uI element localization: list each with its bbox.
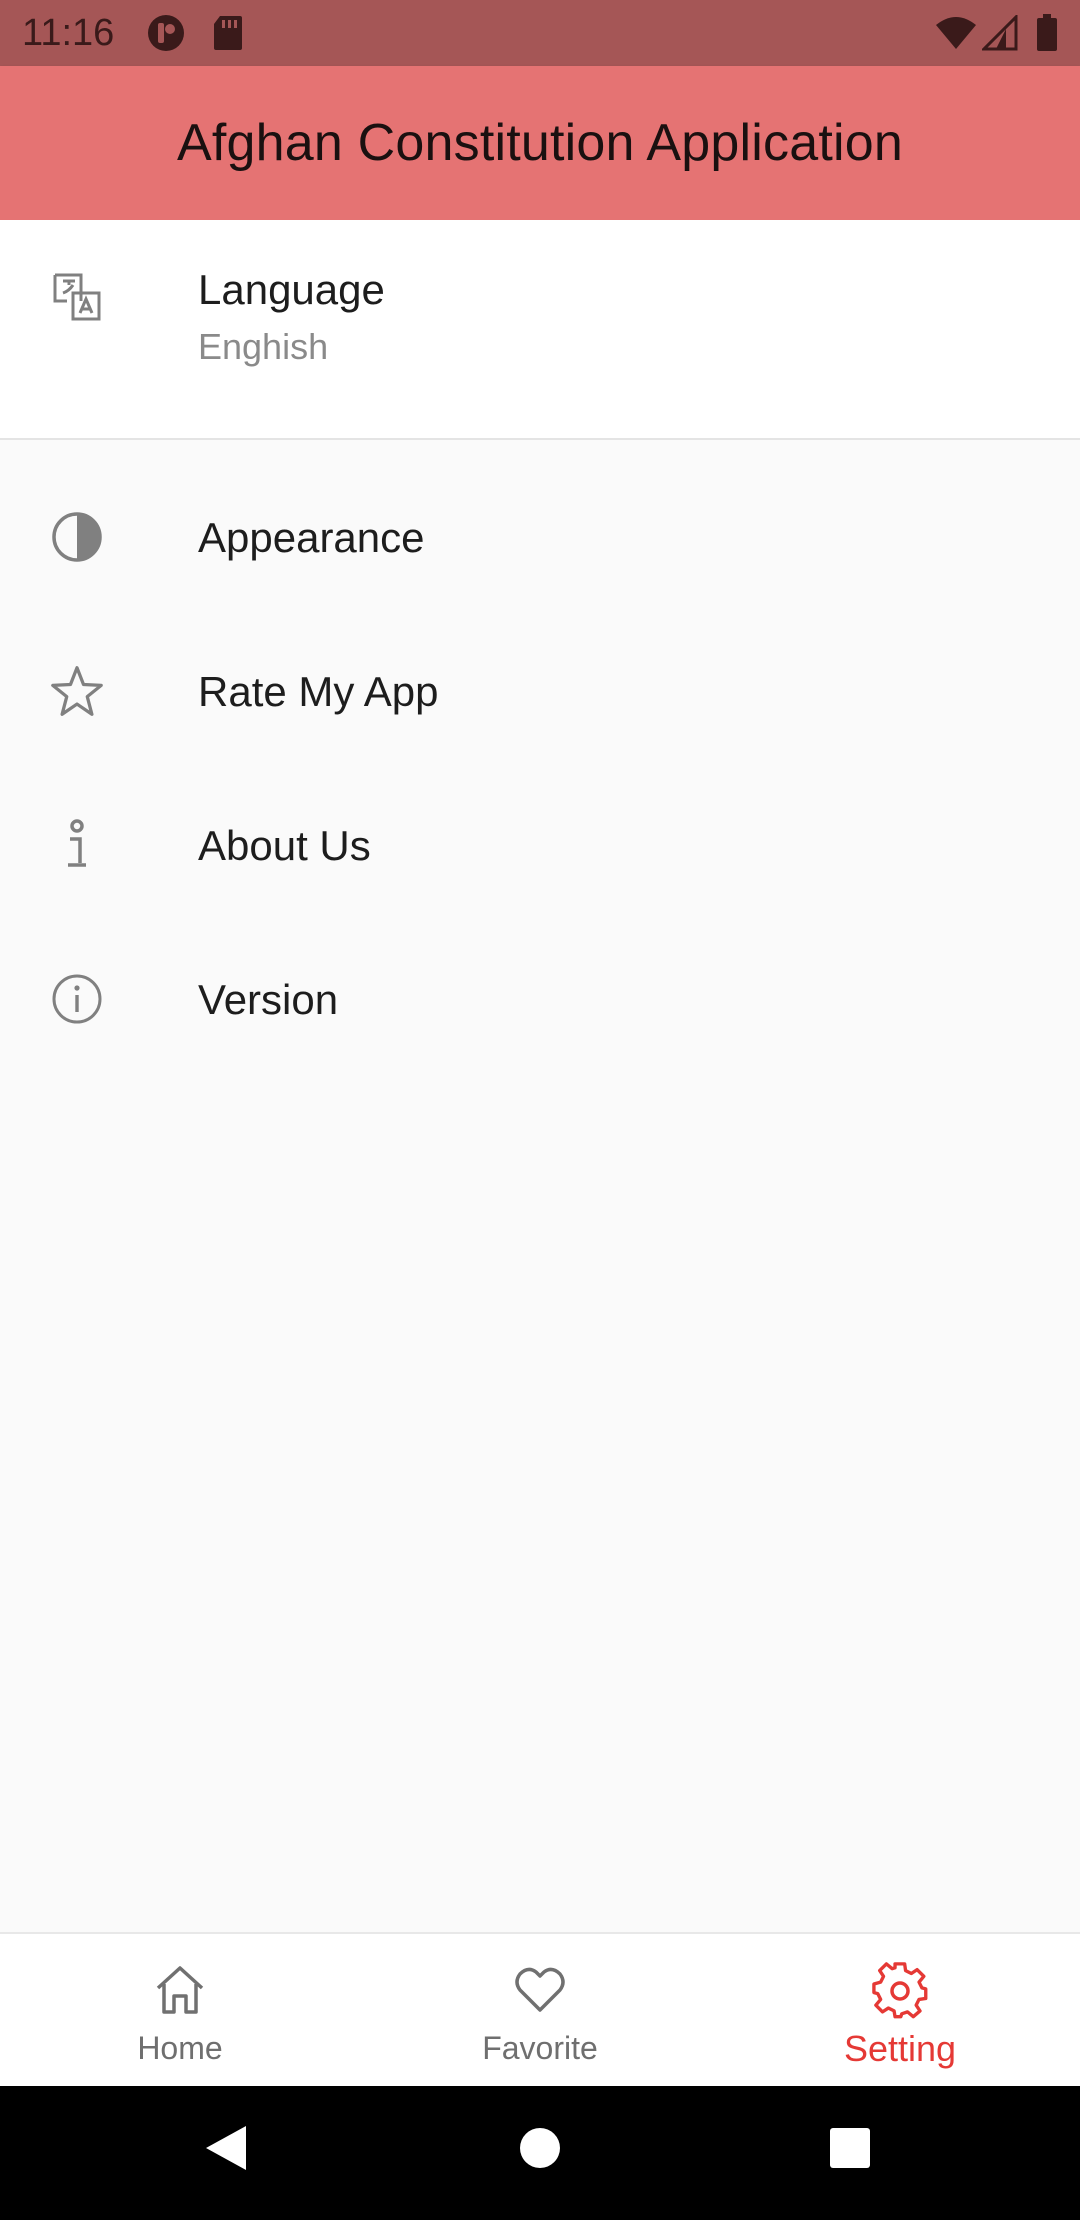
bottom-navigation: Home Favorite Setting xyxy=(0,1932,1080,2086)
sd-card-icon xyxy=(212,0,244,66)
home-circle-icon[interactable] xyxy=(518,2122,578,2182)
info-i-icon xyxy=(50,818,104,872)
nav-home[interactable]: Home xyxy=(0,1934,360,2088)
nav-setting[interactable]: Setting xyxy=(720,1934,1080,2088)
gear-icon xyxy=(872,1962,928,2019)
nav-favorite-label: Favorite xyxy=(482,2030,598,2066)
home-icon xyxy=(152,1962,208,2018)
system-navigation-bar xyxy=(0,2086,1080,2220)
contrast-icon xyxy=(50,510,104,564)
recents-square-icon[interactable] xyxy=(828,2122,888,2182)
status-bar: 11:16 xyxy=(0,0,1080,66)
battery-icon xyxy=(1036,0,1058,66)
rate-my-app-label: Rate My App xyxy=(198,668,439,715)
back-icon[interactable] xyxy=(202,2122,262,2182)
translate-icon xyxy=(50,270,104,324)
wifi-icon xyxy=(934,0,978,66)
about-us-row[interactable]: About Us xyxy=(0,768,1080,922)
appearance-row[interactable]: Appearance xyxy=(0,460,1080,614)
version-label: Version xyxy=(198,976,339,1023)
app-bar: Afghan Constitution Application xyxy=(0,66,1080,220)
language-setting-row[interactable]: Language Enghish xyxy=(0,220,1080,440)
star-outline-icon xyxy=(50,664,104,718)
nav-setting-label: Setting xyxy=(843,2028,957,2069)
notification-app-icon xyxy=(146,0,186,66)
app-title: Afghan Constitution Application xyxy=(176,114,904,172)
status-time: 11:16 xyxy=(22,12,115,54)
info-circle-icon xyxy=(50,972,104,1026)
heart-icon xyxy=(512,1962,568,2018)
nav-home-label: Home xyxy=(137,2030,223,2066)
language-title: Language xyxy=(198,266,385,313)
version-row[interactable]: Version xyxy=(0,922,1080,1076)
signal-icon xyxy=(982,0,1018,66)
settings-screen: 11:16 Afghan Constitution Application La… xyxy=(0,0,1080,2220)
language-value: Enghish xyxy=(198,326,329,367)
about-us-label: About Us xyxy=(198,822,371,869)
rate-my-app-row[interactable]: Rate My App xyxy=(0,614,1080,768)
appearance-label: Appearance xyxy=(198,514,425,561)
nav-favorite[interactable]: Favorite xyxy=(360,1934,720,2088)
